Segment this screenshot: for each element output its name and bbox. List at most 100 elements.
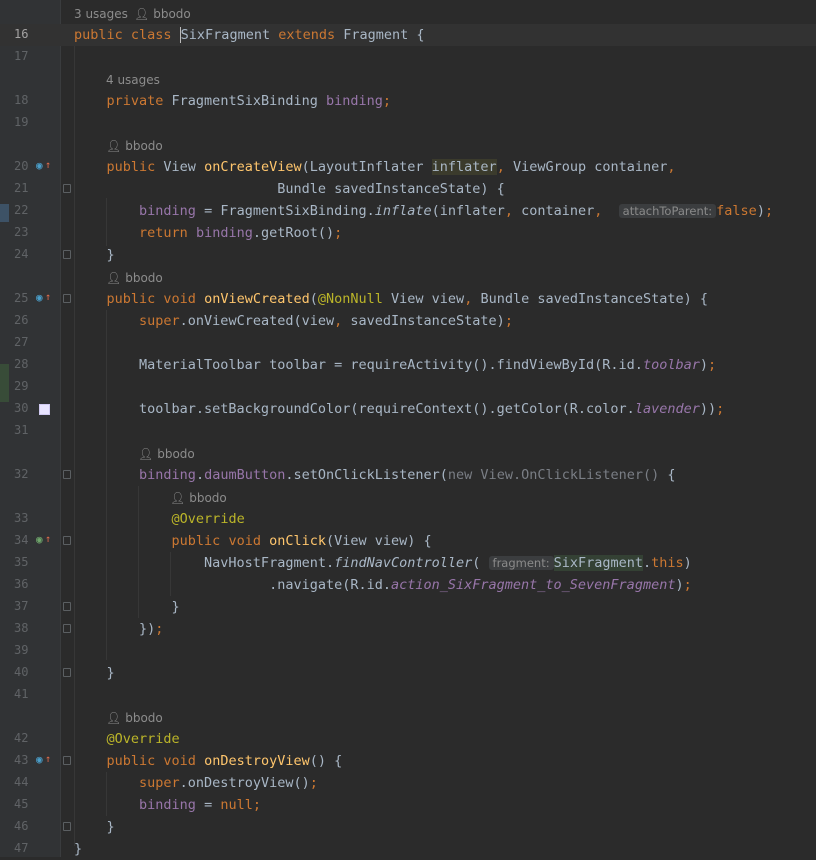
author-name: bbodo xyxy=(125,711,163,725)
override-arrow-icon[interactable]: ↑ xyxy=(45,534,51,546)
code-text[interactable]: .navigate(R.id.action_SixFragment_to_Sev… xyxy=(74,577,692,593)
code-line[interactable]: 34 ◉ ↑ public void onClick(View view) { xyxy=(0,530,816,552)
code-text[interactable]: } xyxy=(74,247,115,263)
code-editor[interactable]: 3 usages 👤︎ bbodo 16 public class SixFrag… xyxy=(0,0,816,857)
code-line[interactable]: 21 Bundle savedInstanceState) { xyxy=(0,178,816,200)
code-line[interactable]: 27 xyxy=(0,332,816,354)
override-arrow-icon[interactable]: ↑ xyxy=(45,754,51,766)
usages-hint[interactable]: 3 usages 👤︎ bbodo xyxy=(0,2,816,24)
code-text[interactable]: binding = FragmentSixBinding.inflate(inf… xyxy=(74,203,773,219)
code-text[interactable]: toolbar.setBackgroundColor(requireContex… xyxy=(74,401,724,417)
code-line[interactable]: 45 binding = null; xyxy=(0,794,816,816)
code-line[interactable]: 36 .navigate(R.id.action_SixFragment_to_… xyxy=(0,574,816,596)
usages-count[interactable]: 3 usages xyxy=(74,7,128,21)
usages-hint[interactable]: 4 usages xyxy=(0,68,816,90)
line-number: 29 xyxy=(14,379,29,393)
code-line[interactable]: 18 private FragmentSixBinding binding; xyxy=(0,90,816,112)
code-text[interactable]: public void onViewCreated(@NonNull View … xyxy=(74,291,709,307)
code-line[interactable]: 31 xyxy=(0,420,816,442)
fold-icon[interactable] xyxy=(63,184,71,193)
code-text[interactable]: } xyxy=(74,599,180,615)
code-line[interactable]: 29 xyxy=(0,376,816,398)
code-line[interactable]: 43 ◉ ↑ public void onDestroyView() { xyxy=(0,750,816,772)
override-arrow-icon[interactable]: ↑ xyxy=(45,292,51,304)
fold-icon[interactable] xyxy=(63,294,71,303)
code-text[interactable]: return binding.getRoot(); xyxy=(74,225,342,241)
fold-icon[interactable] xyxy=(63,602,71,611)
fold-icon[interactable] xyxy=(63,470,71,479)
code-line[interactable]: 26 super.onViewCreated(view, savedInstan… xyxy=(0,310,816,332)
code-line[interactable]: 40 } xyxy=(0,662,816,684)
usages-count[interactable]: 4 usages xyxy=(106,73,160,87)
code-line[interactable]: 44 super.onDestroyView(); xyxy=(0,772,816,794)
code-text[interactable]: public class SixFragment extends Fragmen… xyxy=(74,27,425,43)
code-line[interactable]: 35 NavHostFragment.findNavController( fr… xyxy=(0,552,816,574)
code-line[interactable]: 46 } xyxy=(0,816,816,838)
code-text[interactable]: @Override xyxy=(74,731,180,747)
code-text[interactable]: NavHostFragment.findNavController( fragm… xyxy=(74,555,692,571)
implements-icon[interactable]: ◉ xyxy=(36,160,43,172)
fold-icon[interactable] xyxy=(63,536,71,545)
line-number: 32 xyxy=(14,467,29,481)
line-number: 42 xyxy=(14,731,29,745)
code-line[interactable]: 39 xyxy=(0,640,816,662)
code-line[interactable]: 37 } xyxy=(0,596,816,618)
code-line[interactable]: 41 xyxy=(0,684,816,706)
fold-icon[interactable] xyxy=(63,756,71,765)
code-line[interactable]: 20 ◉ ↑ public View onCreateView(LayoutIn… xyxy=(0,156,816,178)
line-number: 45 xyxy=(14,797,29,811)
code-line[interactable]: 33 @Override xyxy=(0,508,816,530)
author-hint[interactable]: 👤︎ bbodo xyxy=(0,706,816,728)
code-text[interactable]: } xyxy=(74,841,82,857)
author-hint[interactable]: 👤︎ bbodo xyxy=(0,134,816,156)
author-name: bbodo xyxy=(189,491,227,505)
code-line[interactable]: 16 public class SixFragment extends Frag… xyxy=(0,24,816,46)
override-arrow-icon[interactable]: ↑ xyxy=(45,160,51,172)
code-text[interactable]: MaterialToolbar toolbar = requireActivit… xyxy=(74,357,716,373)
code-text[interactable]: } xyxy=(74,819,115,835)
code-text[interactable]: public void onClick(View view) { xyxy=(74,533,432,549)
line-number: 16 xyxy=(14,27,29,41)
line-number: 20 xyxy=(14,159,29,173)
code-text[interactable]: }); xyxy=(74,621,163,637)
code-text[interactable]: @Override xyxy=(74,511,245,527)
implements-icon[interactable]: ◉ xyxy=(36,292,43,304)
code-line[interactable]: 38 }); xyxy=(0,618,816,640)
code-line[interactable]: 22 binding = FragmentSixBinding.inflate(… xyxy=(0,200,816,222)
code-line[interactable]: 24 } xyxy=(0,244,816,266)
code-text[interactable]: binding.daumButton.setOnClickListener(ne… xyxy=(74,467,675,483)
code-line[interactable]: 30 toolbar.setBackgroundColor(requireCon… xyxy=(0,398,816,420)
line-number: 36 xyxy=(14,577,29,591)
code-line[interactable]: 28 MaterialToolbar toolbar = requireActi… xyxy=(0,354,816,376)
author-name: bbodo xyxy=(157,447,195,461)
fold-icon[interactable] xyxy=(63,668,71,677)
code-line[interactable]: 17 xyxy=(0,46,816,68)
person-icon: 👤︎ xyxy=(106,139,122,153)
code-text[interactable]: super.onViewCreated(view, savedInstanceS… xyxy=(74,313,513,329)
author-hint[interactable]: 👤︎ bbodo xyxy=(0,442,816,464)
implements-icon[interactable]: ◉ xyxy=(36,754,43,766)
author-hint[interactable]: 👤︎ bbodo xyxy=(0,266,816,288)
line-number: 27 xyxy=(14,335,29,349)
code-text[interactable]: public View onCreateView(LayoutInflater … xyxy=(74,159,676,175)
code-line[interactable]: 42 @Override xyxy=(0,728,816,750)
code-text[interactable]: super.onDestroyView(); xyxy=(74,775,318,791)
color-swatch-icon[interactable] xyxy=(39,404,50,415)
fold-icon[interactable] xyxy=(63,250,71,259)
author-hint[interactable]: 👤︎ bbodo xyxy=(0,486,816,508)
code-text[interactable]: } xyxy=(74,665,115,681)
fold-icon[interactable] xyxy=(63,624,71,633)
line-number: 21 xyxy=(14,181,29,195)
line-number: 38 xyxy=(14,621,29,635)
code-line[interactable]: 25 ◉ ↑ public void onViewCreated(@NonNul… xyxy=(0,288,816,310)
code-text[interactable]: private FragmentSixBinding binding; xyxy=(74,93,392,109)
run-icon[interactable]: ◉ xyxy=(36,534,43,546)
code-text[interactable]: Bundle savedInstanceState) { xyxy=(74,181,505,197)
code-text[interactable]: binding = null; xyxy=(74,797,261,813)
code-line[interactable]: 32 binding.daumButton.setOnClickListener… xyxy=(0,464,816,486)
line-number: 22 xyxy=(14,203,29,217)
code-line[interactable]: 23 return binding.getRoot(); xyxy=(0,222,816,244)
code-text[interactable]: public void onDestroyView() { xyxy=(74,753,343,769)
code-line[interactable]: 19 xyxy=(0,112,816,134)
fold-icon[interactable] xyxy=(63,822,71,831)
